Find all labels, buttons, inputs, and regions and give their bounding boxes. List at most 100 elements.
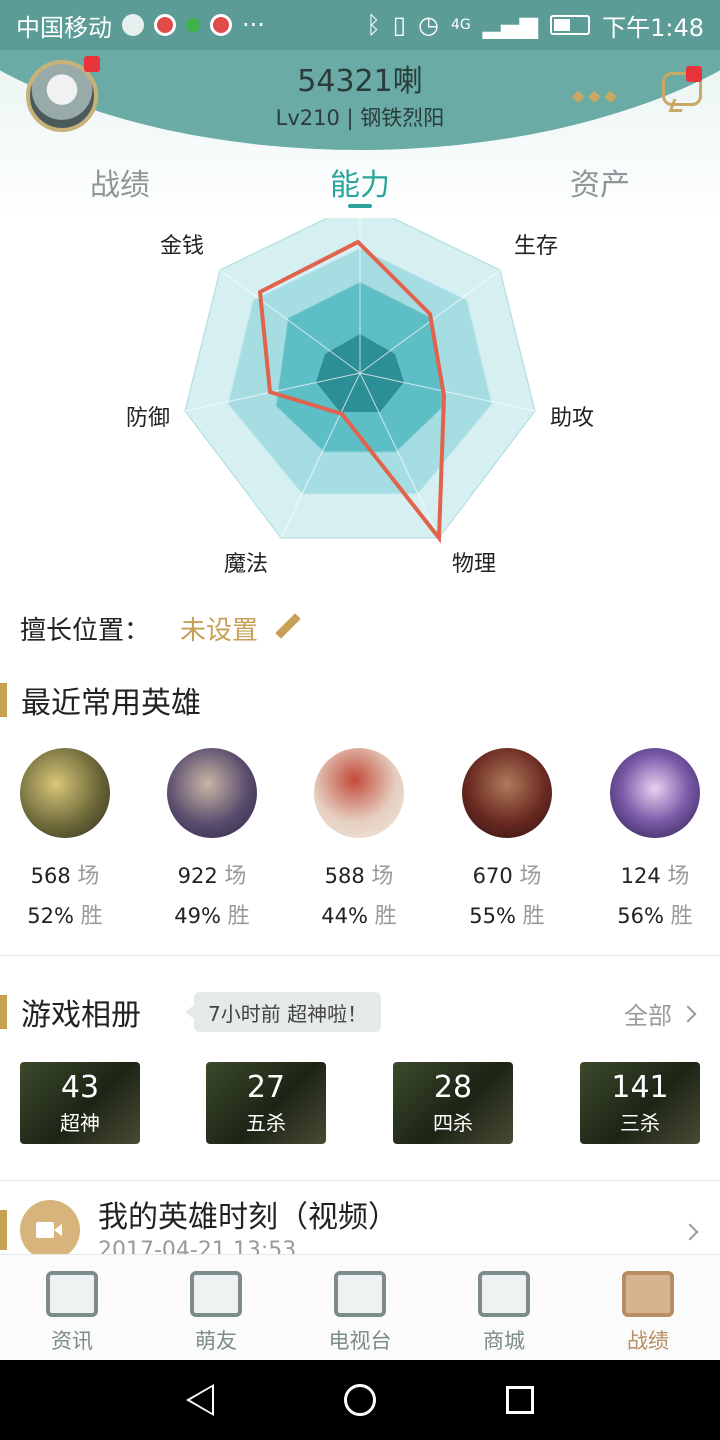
hero-win-rate: 56% [617,904,664,928]
system-nav-bar [0,1360,720,1440]
album-all-link[interactable]: 全部 [624,996,697,1031]
hero-games: 568 [30,864,71,888]
hero-card[interactable]: 568 场 52% 胜 [5,748,125,930]
specialty-value[interactable]: 未设置 [180,610,258,647]
hero-card[interactable]: 670 场 55% 胜 [447,748,567,930]
games-unit: 场 [371,864,394,889]
hero-card[interactable]: 124 场 56% 胜 [595,748,715,930]
radar-label-physical: 物理 [452,552,497,577]
radar-label-magic: 魔法 [224,552,269,577]
bottom-nav: 资讯 萌友 电视台 商城 战绩 [0,1254,720,1360]
radar-label-defense: 防御 [126,406,171,431]
album-tile[interactable]: 27 五杀 [206,1062,326,1144]
vibrate-icon: ▯ [392,11,406,39]
carrier-label: 中国移动 [16,13,112,42]
section-recent-heroes: 最近常用英雄 [0,680,201,721]
hero-games: 124 [620,864,661,888]
hero-win-rate: 55% [469,904,516,928]
win-unit: 胜 [522,904,545,929]
album-title: 游戏相册 [21,998,141,1033]
nav-label: 电视台 [328,1329,392,1353]
tab-ability[interactable]: 能力 [240,154,480,218]
hero-card[interactable]: 922 场 49% 胜 [152,748,272,930]
player-level: Lv210 | 钢铁烈阳 [275,106,445,130]
pencil-icon[interactable] [274,614,302,642]
nav-tv[interactable]: 电视台 [288,1255,432,1360]
tile-label: 五杀 [246,1111,286,1135]
album-bubble[interactable]: 7小时前 超神啦！ [184,992,382,1032]
nav-label: 战绩 [627,1329,669,1353]
chevron-right-icon [679,1005,697,1022]
notification-icon [122,14,144,36]
tab-record[interactable]: 战绩 [0,154,240,218]
hero-moments-row[interactable]: 我的英雄时刻（视频） 2017-04-21 13:53 [0,1180,720,1260]
nav-shop[interactable]: 商城 [432,1255,576,1360]
hero-win-rate: 52% [27,904,74,928]
games-unit: 场 [667,864,690,889]
radar-label-survival: 生存 [514,234,559,259]
friends-icon [190,1271,242,1317]
recent-heroes-list: 568 场 52% 胜 922 场 49% 胜 588 场 44% 胜 670 … [0,748,720,930]
win-unit: 胜 [227,904,250,929]
nav-label: 商城 [483,1329,525,1353]
hero-games: 588 [324,864,365,888]
battery-icon [550,15,591,35]
home-icon[interactable] [344,1384,376,1416]
tile-count: 27 [246,1070,286,1105]
recent-heroes-title: 最近常用英雄 [21,686,201,721]
tile-count: 28 [433,1070,473,1105]
hero-win-rate: 44% [321,904,368,928]
chevron-right-icon [681,1223,699,1241]
tile-count: 141 [611,1070,669,1105]
games-unit: 场 [224,864,247,889]
bluetooth-icon: ᛒ [366,11,381,39]
tile-label: 四杀 [433,1111,473,1135]
album-tile[interactable]: 43 超神 [20,1062,140,1144]
video-app-icon [154,14,176,36]
hero-games: 922 [177,864,218,888]
moments-title: 我的英雄时刻（视频） [98,1200,398,1235]
tile-label: 三杀 [620,1111,660,1135]
news-icon [46,1271,98,1317]
tv-icon [334,1271,386,1317]
tab-assets[interactable]: 资产 [480,154,720,218]
overflow-dots-icon: ··· [242,11,265,39]
tile-count: 43 [60,1070,100,1105]
radar-svg [184,201,536,544]
hero-portrait [314,748,404,838]
nav-label: 萌友 [195,1329,237,1353]
moments-time: 2017-04-21 13:53 [98,1238,297,1254]
games-unit: 场 [77,864,100,889]
hero-card[interactable]: 588 场 44% 胜 [299,748,419,930]
specialty-row: 擅长位置： 未设置 [20,606,302,650]
hero-portrait [610,748,700,838]
album-all-label: 全部 [624,1002,672,1030]
win-unit: 胜 [80,904,103,929]
profile-tabs: 战绩 能力 资产 [0,154,720,218]
video-camera-icon [20,1200,80,1260]
status-bar: 中国移动 ··· ᛒ ▯ ◷ 4G ▂▄▆ 下午1:48 [0,0,720,50]
more-dots-icon[interactable]: ◆◆◆ [572,86,621,105]
section-divider [0,955,720,956]
album-tile[interactable]: 141 三杀 [580,1062,700,1144]
signal-icon: ▂▄▆ [482,11,539,39]
hero-win-rate: 49% [174,904,221,928]
nav-record[interactable]: 战绩 [576,1255,720,1360]
shop-icon [478,1271,530,1317]
recent-apps-icon[interactable] [506,1386,534,1414]
nav-news[interactable]: 资讯 [0,1255,144,1360]
win-unit: 胜 [374,904,397,929]
nav-label: 资讯 [51,1329,93,1353]
section-accent-bar [0,683,7,717]
specialty-label: 擅长位置： [20,615,151,646]
hero-portrait [20,748,110,838]
hero-portrait [462,748,552,838]
win-unit: 胜 [670,904,693,929]
section-accent-bar [0,1210,7,1250]
album-tile[interactable]: 28 四杀 [393,1062,513,1144]
radar-label-money: 金钱 [160,234,205,259]
network-label: 4G [450,17,471,33]
chat-notification-dot [686,66,702,82]
ability-radar: 金钱 生存 助攻 物理 魔法 防御 [0,201,720,590]
nav-friends[interactable]: 萌友 [144,1255,288,1360]
